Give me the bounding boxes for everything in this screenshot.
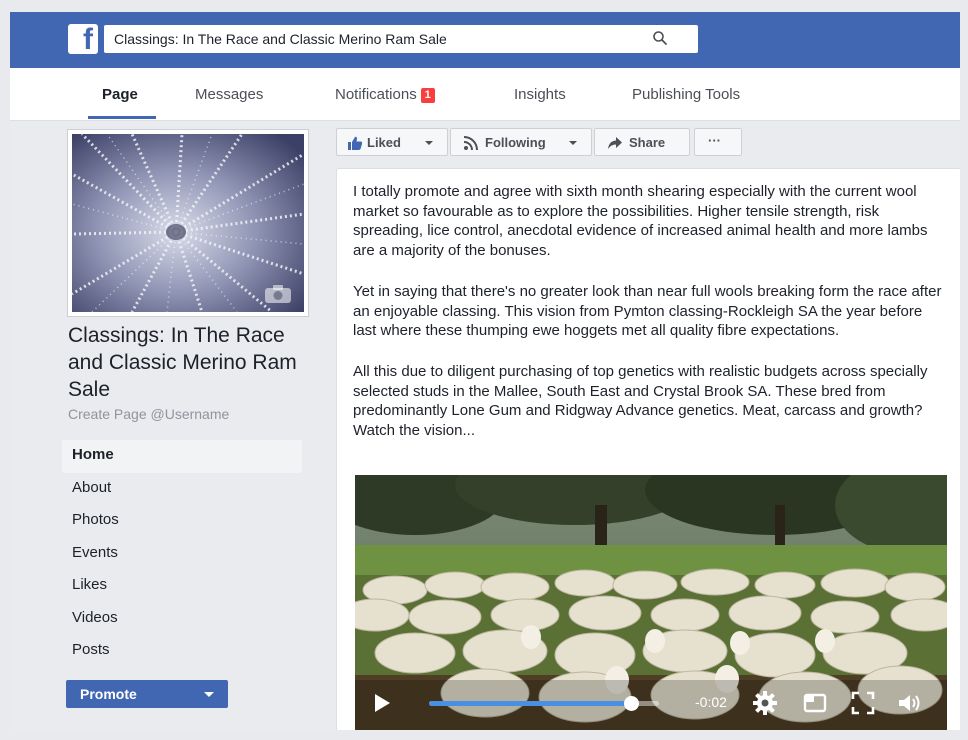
sidebar-item-likes[interactable]: Likes	[62, 570, 302, 603]
volume-icon[interactable]	[895, 689, 923, 717]
post-paragraph-2: Yet in saying that there's no greater lo…	[353, 283, 942, 339]
sidebar-item-videos[interactable]: Videos	[62, 603, 302, 636]
tab-publishing-tools[interactable]: Publishing Tools	[632, 86, 740, 103]
page-profile-picture[interactable]	[68, 130, 308, 316]
liked-label: Liked	[367, 135, 401, 150]
tab-notifications[interactable]: Notifications 1	[335, 86, 435, 103]
facebook-logo-icon[interactable]: f	[68, 23, 98, 56]
sidebar-item-about[interactable]: About	[62, 473, 302, 506]
notification-count-badge: 1	[420, 88, 435, 103]
promote-button[interactable]: Promote	[66, 680, 228, 708]
share-label: Share	[629, 135, 666, 150]
tab-messages[interactable]: Messages	[195, 86, 263, 103]
tab-page[interactable]: Page	[102, 86, 138, 103]
page-action-bar: Liked Following Share ···	[336, 128, 748, 158]
rss-feed-icon	[463, 136, 478, 151]
facebook-page-window: f Classings: In The Race and Classic Mer…	[10, 12, 960, 730]
following-label: Following	[485, 135, 546, 150]
promote-label: Promote	[80, 686, 137, 702]
tab-insights[interactable]: Insights	[514, 86, 566, 103]
sidebar-item-home[interactable]: Home	[62, 440, 302, 473]
top-bar: f Classings: In The Race and Classic Mer…	[10, 12, 960, 68]
post-paragraph-1: I totally promote and agree with sixth m…	[353, 183, 928, 259]
chevron-down-icon	[425, 141, 433, 145]
liked-button[interactable]: Liked	[336, 128, 448, 156]
chevron-down-icon	[204, 692, 214, 697]
video-scrubber-handle[interactable]	[624, 696, 640, 711]
screenshot-frame: f Classings: In The Race and Classic Mer…	[0, 0, 968, 740]
share-button[interactable]: Share	[594, 128, 690, 156]
active-tab-indicator	[88, 116, 156, 119]
tab-notifications-label: Notifications	[335, 86, 417, 103]
left-sidebar-nav: Home About Photos Events Likes Videos Po…	[62, 440, 302, 668]
sidebar-item-events[interactable]: Events	[62, 538, 302, 571]
chevron-down-icon	[569, 141, 577, 145]
page-nav-tabs: Page Messages Notifications 1 Insights Pu…	[10, 68, 960, 121]
play-icon[interactable]	[375, 694, 390, 712]
logo-letter: f	[83, 23, 93, 56]
ellipsis-icon: ···	[708, 133, 721, 148]
sidebar-item-photos[interactable]: Photos	[62, 505, 302, 538]
picture-in-picture-icon[interactable]	[801, 689, 829, 717]
page-title[interactable]: Classings: In The Race and Classic Merin…	[68, 322, 308, 403]
more-options-button[interactable]: ···	[694, 128, 742, 156]
video-player[interactable]: -0:02	[355, 475, 947, 730]
search-input[interactable]: Classings: In The Race and Classic Merin…	[104, 25, 698, 53]
post-paragraph-3: All this due to diligent purchasing of t…	[353, 363, 928, 439]
video-time-remaining: -0:02	[695, 694, 727, 710]
fullscreen-icon[interactable]	[849, 689, 877, 717]
sidebar-item-posts[interactable]: Posts	[62, 635, 302, 668]
search-value: Classings: In The Race and Classic Merin…	[114, 31, 447, 47]
create-username-link[interactable]: Create Page @Username	[68, 406, 229, 422]
video-controls: -0:02	[355, 680, 947, 728]
share-arrow-icon	[608, 137, 622, 149]
video-progress-bar[interactable]	[429, 696, 659, 711]
video-progress-fill	[429, 701, 632, 706]
following-button[interactable]: Following	[450, 128, 592, 156]
camera-icon[interactable]	[264, 284, 292, 304]
settings-gear-icon[interactable]	[751, 689, 779, 717]
thumbs-up-icon	[348, 136, 363, 150]
post-card: I totally promote and agree with sixth m…	[336, 168, 960, 730]
search-icon[interactable]	[652, 30, 668, 46]
